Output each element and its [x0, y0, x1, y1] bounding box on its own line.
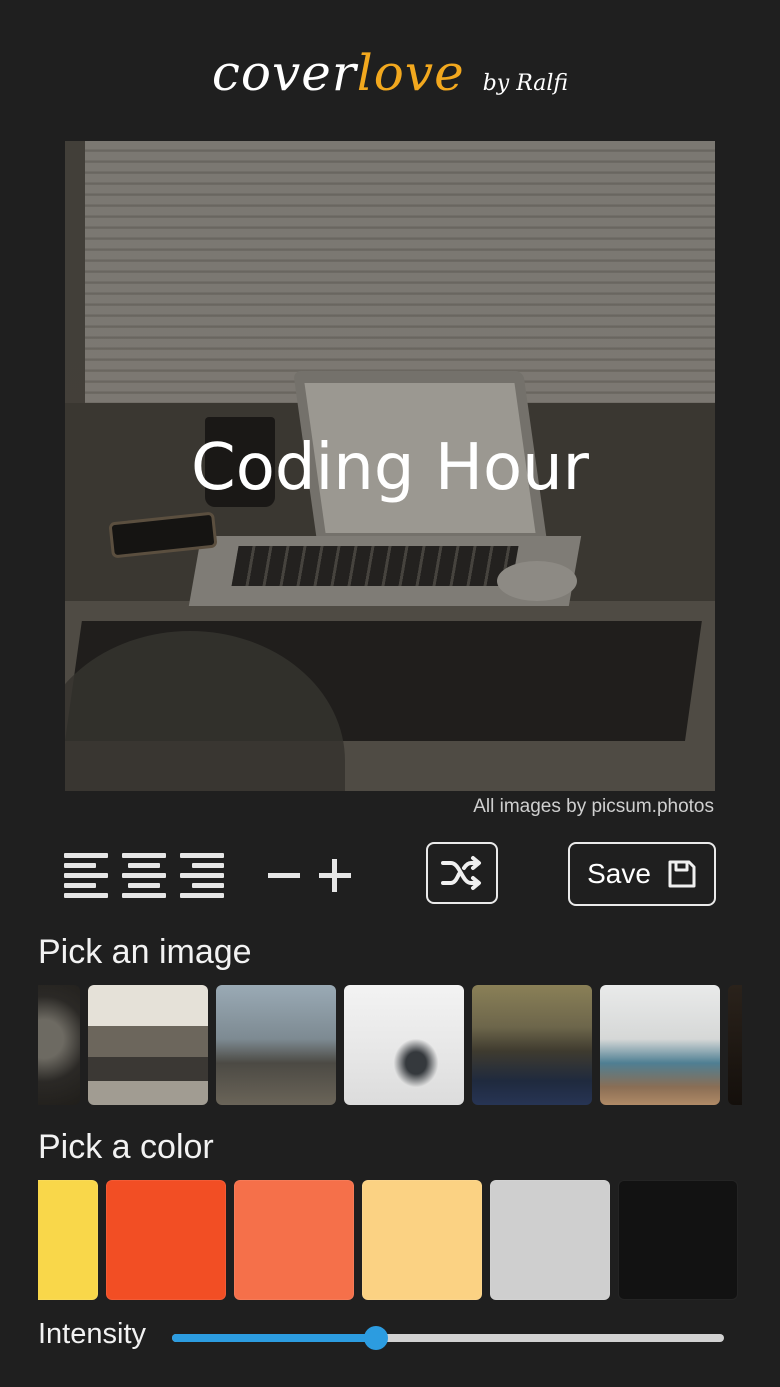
color-swatch-light-gray[interactable] [490, 1180, 610, 1300]
thumbnail-foggy-peak[interactable] [344, 985, 464, 1105]
intensity-slider[interactable] [172, 1326, 724, 1350]
color-swatch-peach[interactable] [362, 1180, 482, 1300]
align-center-icon[interactable] [122, 853, 166, 898]
pick-color-title: Pick a color [38, 1128, 214, 1166]
color-swatch-black[interactable] [618, 1180, 738, 1300]
floppy-disk-icon [668, 860, 696, 888]
color-swatch-yellow[interactable] [38, 1180, 98, 1300]
plus-icon[interactable] [317, 853, 353, 897]
color-swatch-strip[interactable] [38, 1180, 742, 1300]
editor-toolbar: Save [0, 842, 780, 908]
cover-title-text[interactable]: Coding Hour [65, 431, 715, 505]
align-right-icon[interactable] [180, 853, 224, 898]
thumbnail-partial-right[interactable] [728, 985, 742, 1105]
color-swatch-red-orange[interactable] [106, 1180, 226, 1300]
logo-byline: by Ralfi [482, 71, 569, 96]
slider-handle[interactable] [364, 1326, 389, 1350]
logo-cover-text: cover [211, 44, 357, 102]
logo-love-text: love [356, 44, 465, 102]
shuffle-button[interactable] [426, 842, 498, 904]
slider-fill [172, 1334, 377, 1342]
save-label: Save [587, 858, 651, 889]
save-button[interactable]: Save [568, 842, 716, 906]
image-credit: All images by picsum.photos [473, 796, 714, 817]
align-left-icon[interactable] [64, 853, 108, 898]
app-header: cover love by Ralfi [0, 44, 780, 114]
minus-icon[interactable] [266, 853, 302, 897]
thumbnail-coastal-cliffs[interactable] [600, 985, 720, 1105]
shuffle-icon [441, 856, 481, 890]
thumbnail-legs-rocks[interactable] [216, 985, 336, 1105]
color-swatch-coral[interactable] [234, 1180, 354, 1300]
image-thumbnail-strip[interactable] [38, 985, 742, 1105]
thumbnail-mountain-dusk[interactable] [472, 985, 592, 1105]
cover-preview: Coding Hour [65, 141, 715, 791]
pick-image-title: Pick an image [38, 933, 252, 971]
intensity-label: Intensity [38, 1318, 146, 1350]
thumbnail-desk-laptop[interactable] [88, 985, 208, 1105]
thumbnail-partial-left[interactable] [38, 985, 80, 1105]
